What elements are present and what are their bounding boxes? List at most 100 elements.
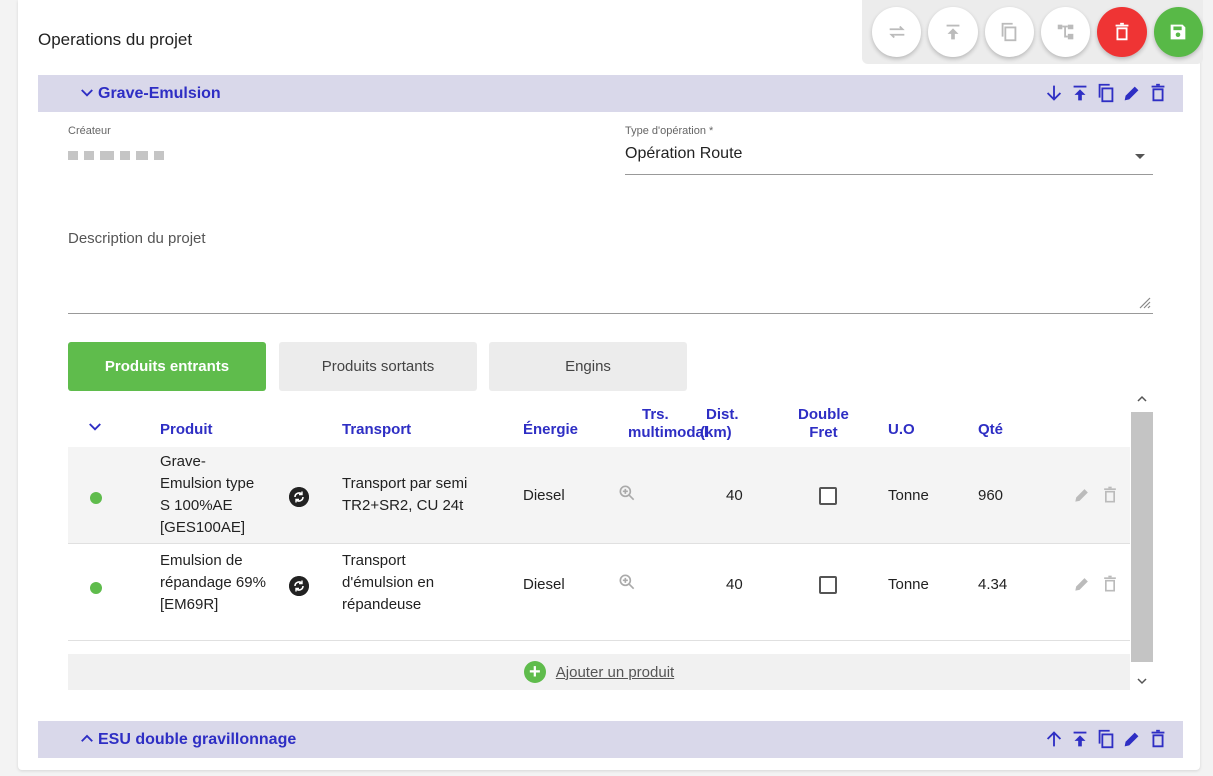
scroll-down-icon[interactable] <box>1136 675 1148 687</box>
edit-icon[interactable] <box>1121 728 1143 750</box>
cell-transport: Transport d'émulsion en répandeuse <box>342 550 434 616</box>
status-dot <box>90 582 102 594</box>
add-product-bar[interactable]: + Ajouter un produit <box>68 654 1130 690</box>
produit-line: Grave- <box>160 453 206 470</box>
table-scrollbar[interactable] <box>1131 390 1153 690</box>
header-energie: Énergie <box>523 421 579 438</box>
copy-button[interactable] <box>984 7 1034 57</box>
delete-icon[interactable] <box>1100 485 1120 505</box>
swap-icon <box>888 25 905 39</box>
header-trs-line1: Trs. <box>642 406 669 423</box>
double-fret-checkbox[interactable] <box>819 576 837 594</box>
delete-icon[interactable] <box>1147 82 1169 104</box>
section-grave-emulsion[interactable]: Grave-Emulsion <box>38 75 1183 112</box>
transport-line: d'émulsion en <box>342 574 435 591</box>
type-operation-value: Opération Route <box>625 145 743 162</box>
move-top-icon[interactable] <box>1069 728 1091 750</box>
table-row[interactable]: Emulsion de répandage 69% [EM69R] Transp… <box>68 544 1130 641</box>
header-dist: Dist. (km) <box>700 406 739 442</box>
zoom-in-icon[interactable] <box>617 483 637 503</box>
save-button[interactable] <box>1153 7 1203 57</box>
cell-produit: Grave- Emulsion type S 100%AE [GES100AE] <box>160 451 254 539</box>
table-row[interactable]: Grave- Emulsion type S 100%AE [GES100AE]… <box>68 447 1130 544</box>
move-top-icon <box>946 24 960 40</box>
toolbar <box>862 0 1203 64</box>
tree-icon <box>1057 24 1073 40</box>
header-trs-multimodal: Trs. multimodal <box>628 406 708 442</box>
double-fret-checkbox[interactable] <box>819 487 837 505</box>
copy-icon <box>1001 22 1017 42</box>
description-placeholder: Description du projet <box>68 230 206 247</box>
header-qte: Qté <box>978 421 1004 438</box>
tree-button[interactable] <box>1040 7 1091 57</box>
resize-handle-icon[interactable] <box>1137 295 1151 309</box>
save-icon <box>1170 24 1186 40</box>
move-top-icon[interactable] <box>1069 82 1091 104</box>
scroll-up-icon[interactable] <box>1136 393 1148 405</box>
section-title: Grave-Emulsion <box>98 84 221 102</box>
type-operation-label: Type d'opération * <box>625 125 714 137</box>
header-uo: U.O <box>888 421 915 438</box>
collapse-all-icon[interactable] <box>86 418 104 436</box>
cell-dist: 40 <box>726 487 743 504</box>
status-dot <box>90 492 102 504</box>
delete-icon[interactable] <box>1100 574 1120 594</box>
header-double-fret: Double Fret <box>798 406 849 442</box>
cell-dist: 40 <box>726 576 743 593</box>
page-title: Operations du projet <box>38 30 193 49</box>
add-product-link[interactable]: Ajouter un produit <box>556 664 674 681</box>
produit-line: [GES100AE] <box>160 519 246 536</box>
edit-icon[interactable] <box>1121 82 1143 104</box>
edit-icon[interactable] <box>1072 485 1092 505</box>
type-operation-select[interactable]: Opération Route <box>625 145 1153 175</box>
transport-line: TR2+SR2, CU 24t <box>342 497 464 514</box>
header-double-line2: Fret <box>809 424 838 441</box>
createur-value-redacted <box>68 151 164 160</box>
section-title: ESU double gravillonnage <box>98 730 297 748</box>
header-produit: Produit <box>160 421 213 438</box>
transport-line: Transport <box>342 552 406 569</box>
header-dist-line2: (km) <box>700 424 732 441</box>
arrow-up-icon[interactable] <box>1043 728 1065 750</box>
cell-uo: Tonne <box>888 487 929 504</box>
produit-line: S 100%AE <box>160 497 233 514</box>
cell-qte: 4.34 <box>978 576 1008 593</box>
produit-line: répandage 69% <box>160 574 266 591</box>
produit-line: Emulsion de <box>160 552 243 569</box>
header-double-line1: Double <box>798 406 849 423</box>
description-field[interactable]: Description du projet <box>68 226 1153 314</box>
chevron-up-icon <box>81 734 93 742</box>
scrollbar-thumb[interactable] <box>1131 412 1153 662</box>
section-esu-double-gravillonnage[interactable]: ESU double gravillonnage <box>38 721 1183 758</box>
tab-produits-entrants[interactable]: Produits entrants <box>68 342 266 391</box>
edit-icon[interactable] <box>1072 574 1092 594</box>
sync-icon[interactable] <box>289 576 309 596</box>
header-trs-line2: multimodal <box>628 424 709 441</box>
delete-button[interactable] <box>1097 7 1147 57</box>
move-top-button[interactable] <box>928 7 978 57</box>
zoom-in-icon[interactable] <box>617 572 637 592</box>
header-dist-line1: Dist. <box>706 406 739 423</box>
cell-energie: Diesel <box>523 576 565 593</box>
copy-icon[interactable] <box>1095 728 1117 750</box>
dropdown-arrow-icon <box>1135 154 1145 159</box>
cell-energie: Diesel <box>523 487 565 504</box>
copy-icon[interactable] <box>1095 82 1117 104</box>
tab-produits-sortants[interactable]: Produits sortants <box>279 342 477 391</box>
sync-icon[interactable] <box>289 487 309 507</box>
tab-engins[interactable]: Engins <box>489 342 687 391</box>
produit-line: Emulsion type <box>160 475 255 492</box>
produit-line: [EM69R] <box>160 596 219 613</box>
delete-icon[interactable] <box>1147 728 1169 750</box>
add-icon[interactable]: + <box>523 661 546 683</box>
swap-button[interactable] <box>872 7 922 57</box>
arrow-down-icon[interactable] <box>1043 82 1065 104</box>
cell-uo: Tonne <box>888 576 929 593</box>
cell-transport: Transport par semi TR2+SR2, CU 24t <box>342 473 467 517</box>
transport-line: Transport par semi <box>342 475 468 492</box>
cell-qte: 960 <box>978 487 1004 504</box>
products-table: Produit Transport Énergie Trs. multimoda… <box>68 390 1153 690</box>
delete-icon <box>1115 22 1129 41</box>
header-transport: Transport <box>342 421 412 438</box>
createur-label: Créateur <box>68 125 111 137</box>
